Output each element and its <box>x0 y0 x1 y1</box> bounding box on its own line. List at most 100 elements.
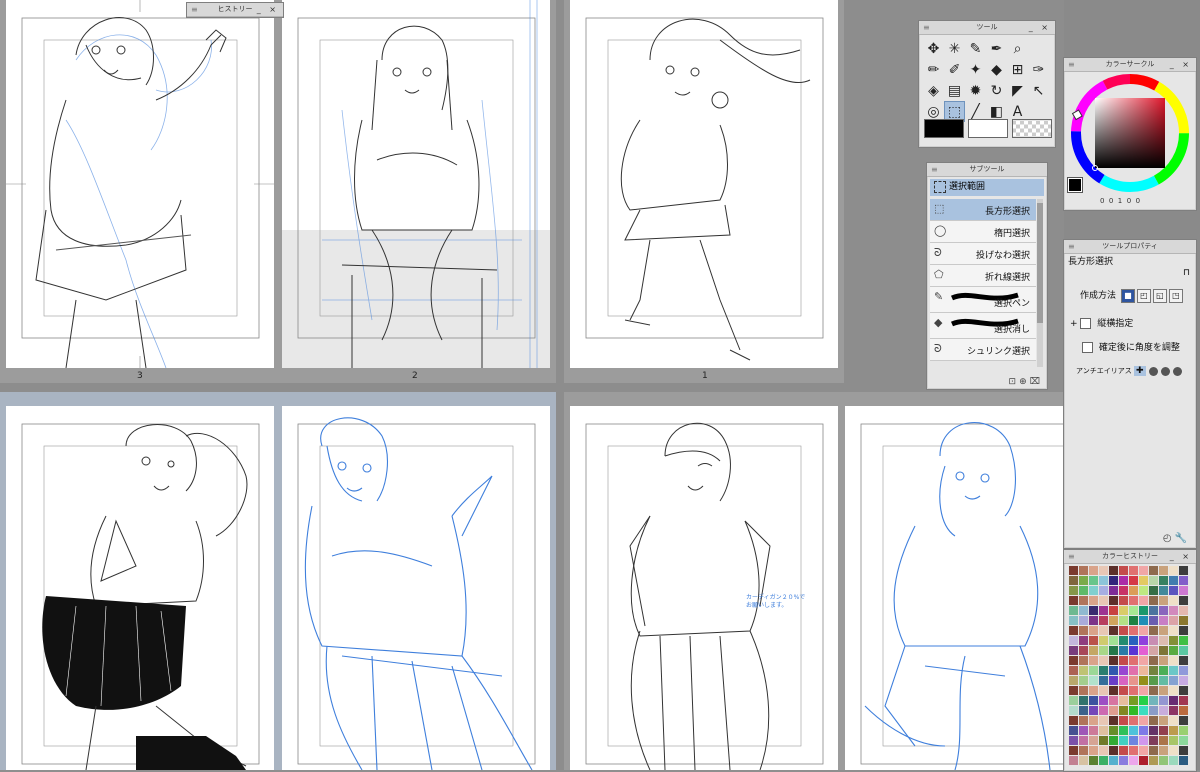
color-history-swatch[interactable] <box>1099 736 1108 745</box>
page-2[interactable] <box>282 0 550 368</box>
window-controls[interactable]: _ × <box>257 3 279 16</box>
color-history-swatch[interactable] <box>1139 696 1148 705</box>
color-history-swatch[interactable] <box>1129 576 1138 585</box>
color-history-swatch[interactable] <box>1129 636 1138 645</box>
color-history-swatch[interactable] <box>1089 626 1098 635</box>
color-history-swatch[interactable] <box>1149 596 1158 605</box>
color-history-swatch[interactable] <box>1129 646 1138 655</box>
color-history-swatch[interactable] <box>1169 596 1178 605</box>
color-history-swatch[interactable] <box>1069 656 1078 665</box>
color-history-swatch[interactable] <box>1159 606 1168 615</box>
color-history-swatch[interactable] <box>1159 756 1168 765</box>
color-history-swatch[interactable] <box>1149 726 1158 735</box>
color-history-swatch[interactable] <box>1179 696 1188 705</box>
color-history-swatch[interactable] <box>1169 666 1178 675</box>
color-history-swatch[interactable] <box>1089 756 1098 765</box>
color-history-swatch[interactable] <box>1169 716 1178 725</box>
color-history-swatch[interactable] <box>1109 626 1118 635</box>
color-history-swatch[interactable] <box>1139 756 1148 765</box>
color-history-swatch[interactable] <box>1129 736 1138 745</box>
subtract-selection-button[interactable]: ◱ <box>1152 288 1167 303</box>
color-history-swatch[interactable] <box>1109 576 1118 585</box>
subtool-item[interactable]: ᘐ 投げなわ選択 <box>930 243 1036 265</box>
main-sub-color-indicator[interactable] <box>1067 177 1083 193</box>
page-3[interactable] <box>6 0 274 368</box>
color-history-swatch[interactable] <box>1119 756 1128 765</box>
tool-panel-title[interactable]: ≡ ツール _ × <box>919 21 1055 35</box>
color-history-swatch[interactable] <box>1109 586 1118 595</box>
color-history-swatch[interactable] <box>1079 626 1088 635</box>
window-controls[interactable]: _ × <box>1170 58 1192 71</box>
grip-icon[interactable]: ≡ <box>191 3 198 16</box>
color-history-swatch[interactable] <box>1119 706 1128 715</box>
star-icon[interactable]: ✹ <box>965 80 986 101</box>
color-history-swatch[interactable] <box>1139 606 1148 615</box>
color-history-swatch[interactable] <box>1129 686 1138 695</box>
color-history-swatch[interactable] <box>1109 636 1118 645</box>
color-history-swatch[interactable] <box>1129 726 1138 735</box>
color-history-swatch[interactable] <box>1179 596 1188 605</box>
color-history-swatch[interactable] <box>1179 716 1188 725</box>
color-history-swatch[interactable] <box>1109 706 1118 715</box>
color-history-swatch[interactable] <box>1089 716 1098 725</box>
color-history-swatch[interactable] <box>1169 646 1178 655</box>
color-history-swatch[interactable] <box>1149 746 1158 755</box>
color-history-swatch[interactable] <box>1149 696 1158 705</box>
color-history-swatch[interactable] <box>1099 666 1108 675</box>
color-history-swatch[interactable] <box>1179 576 1188 585</box>
color-history-swatch[interactable] <box>1119 606 1128 615</box>
antialias-weak-option[interactable] <box>1148 366 1158 376</box>
color-history-swatch[interactable] <box>1089 686 1098 695</box>
color-history-swatch[interactable] <box>1099 606 1108 615</box>
color-history-swatch[interactable] <box>1069 626 1078 635</box>
color-history-swatch[interactable] <box>1109 726 1118 735</box>
color-history-swatch[interactable] <box>1149 636 1158 645</box>
color-history-swatch[interactable] <box>1079 716 1088 725</box>
color-history-swatch[interactable] <box>1109 736 1118 745</box>
color-history-swatch[interactable] <box>1069 696 1078 705</box>
history-panel[interactable]: ≡ ヒストリー _ × <box>186 2 284 18</box>
color-history-swatch[interactable] <box>1129 566 1138 575</box>
color-history-swatch[interactable] <box>1099 616 1108 625</box>
color-history-swatch[interactable] <box>1179 666 1188 675</box>
color-history-swatch[interactable] <box>1079 606 1088 615</box>
color-history-swatch[interactable] <box>1129 756 1138 765</box>
color-history-swatch[interactable] <box>1149 706 1158 715</box>
hue-ring[interactable] <box>1064 72 1196 197</box>
color-history-swatch[interactable] <box>1089 676 1098 685</box>
lock-icon[interactable]: ⊓ <box>1183 268 1190 278</box>
color-history-swatch[interactable] <box>1129 696 1138 705</box>
color-history-swatch[interactable] <box>1129 676 1138 685</box>
color-history-swatch[interactable] <box>1119 686 1128 695</box>
color-history-swatch[interactable] <box>1099 646 1108 655</box>
color-history-swatch[interactable] <box>1119 646 1128 655</box>
color-history-swatch[interactable] <box>1109 716 1118 725</box>
color-history-swatch[interactable] <box>1179 726 1188 735</box>
color-history-swatch[interactable] <box>1179 746 1188 755</box>
subtool-item[interactable]: ◆ 選択消し <box>930 313 1036 339</box>
new-selection-button[interactable]: ■ <box>1120 288 1135 303</box>
subtool-item[interactable]: ✎ 選択ペン <box>930 287 1036 313</box>
object-select-icon[interactable]: ↖ <box>1028 80 1049 101</box>
color-history-swatch[interactable] <box>1109 656 1118 665</box>
color-history-swatch[interactable] <box>1099 746 1108 755</box>
color-history-swatch[interactable] <box>1069 646 1078 655</box>
antialias-none-option[interactable]: ✚ <box>1133 366 1146 376</box>
color-history-swatch[interactable] <box>1099 716 1108 725</box>
page-1[interactable] <box>570 0 838 368</box>
color-history-swatch[interactable] <box>1159 666 1168 675</box>
color-history-swatch[interactable] <box>1129 706 1138 715</box>
color-history-swatch[interactable] <box>1069 596 1078 605</box>
color-history-swatch[interactable] <box>1079 696 1088 705</box>
color-history-swatch[interactable] <box>1079 746 1088 755</box>
color-history-swatch[interactable] <box>1079 676 1088 685</box>
color-history-swatch[interactable] <box>1139 646 1148 655</box>
color-history-swatch[interactable] <box>1179 616 1188 625</box>
color-history-swatch[interactable] <box>1159 736 1168 745</box>
color-history-swatch[interactable] <box>1119 586 1128 595</box>
color-history-swatch[interactable] <box>1099 676 1108 685</box>
color-history-swatch[interactable] <box>1139 626 1148 635</box>
antialias-medium-option[interactable] <box>1160 366 1170 376</box>
color-history-swatch[interactable] <box>1139 746 1148 755</box>
color-history-swatch[interactable] <box>1179 606 1188 615</box>
